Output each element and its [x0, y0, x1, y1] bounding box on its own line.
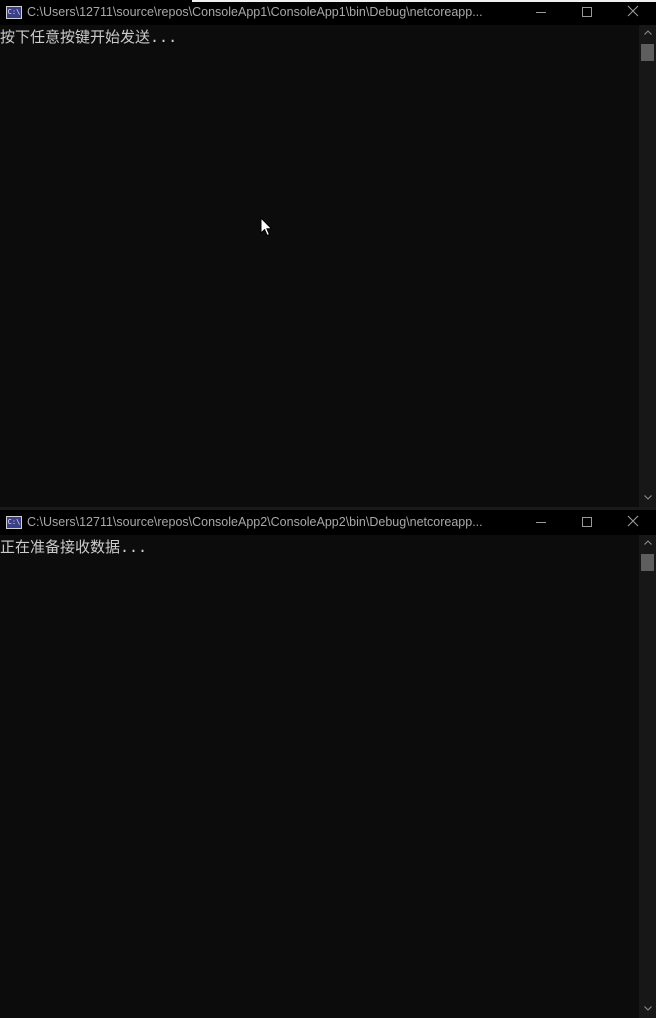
close-button[interactable]	[610, 510, 656, 535]
minimize-button[interactable]	[518, 510, 564, 535]
window-title: C:\Users\12711\source\repos\ConsoleApp1\…	[27, 5, 483, 19]
window-title: C:\Users\12711\source\repos\ConsoleApp2\…	[27, 515, 483, 529]
scroll-up-button[interactable]	[639, 25, 656, 42]
scrollbar-thumb[interactable]	[641, 554, 654, 571]
mouse-cursor-icon	[260, 217, 273, 237]
chevron-down-icon	[643, 495, 652, 500]
chevron-up-icon	[643, 30, 652, 35]
console-output: 正在准备接收数据...	[0, 538, 148, 556]
title-bar[interactable]: C:\ C:\Users\12711\source\repos\ConsoleA…	[0, 0, 656, 25]
close-icon	[627, 5, 639, 17]
vertical-scrollbar[interactable]	[639, 25, 656, 507]
background-window-edge	[192, 0, 656, 2]
maximize-button[interactable]	[564, 510, 610, 535]
title-bar[interactable]: C:\ C:\Users\12711\source\repos\ConsoleA…	[0, 510, 656, 535]
console-window-1[interactable]: C:\ C:\Users\12711\source\repos\ConsoleA…	[0, 0, 656, 507]
maximize-button[interactable]	[564, 0, 610, 25]
maximize-icon	[582, 517, 592, 527]
scrollbar-thumb[interactable]	[641, 44, 654, 61]
maximize-icon	[582, 7, 592, 17]
console-output: 按下任意按键开始发送...	[0, 28, 178, 46]
console-app-icon: C:\	[6, 6, 22, 19]
scroll-down-button[interactable]	[639, 490, 656, 507]
minimize-button[interactable]	[518, 0, 564, 25]
close-button[interactable]	[610, 0, 656, 25]
console-window-2[interactable]: C:\ C:\Users\12711\source\repos\ConsoleA…	[0, 510, 656, 1018]
close-icon	[627, 515, 639, 527]
scroll-down-button[interactable]	[639, 1001, 656, 1018]
scroll-up-button[interactable]	[639, 535, 656, 552]
console-app-icon: C:\	[6, 516, 22, 529]
chevron-up-icon	[643, 540, 652, 545]
vertical-scrollbar[interactable]	[639, 535, 656, 1018]
chevron-down-icon	[643, 1006, 652, 1011]
minimize-icon	[536, 12, 546, 13]
minimize-icon	[536, 522, 546, 523]
